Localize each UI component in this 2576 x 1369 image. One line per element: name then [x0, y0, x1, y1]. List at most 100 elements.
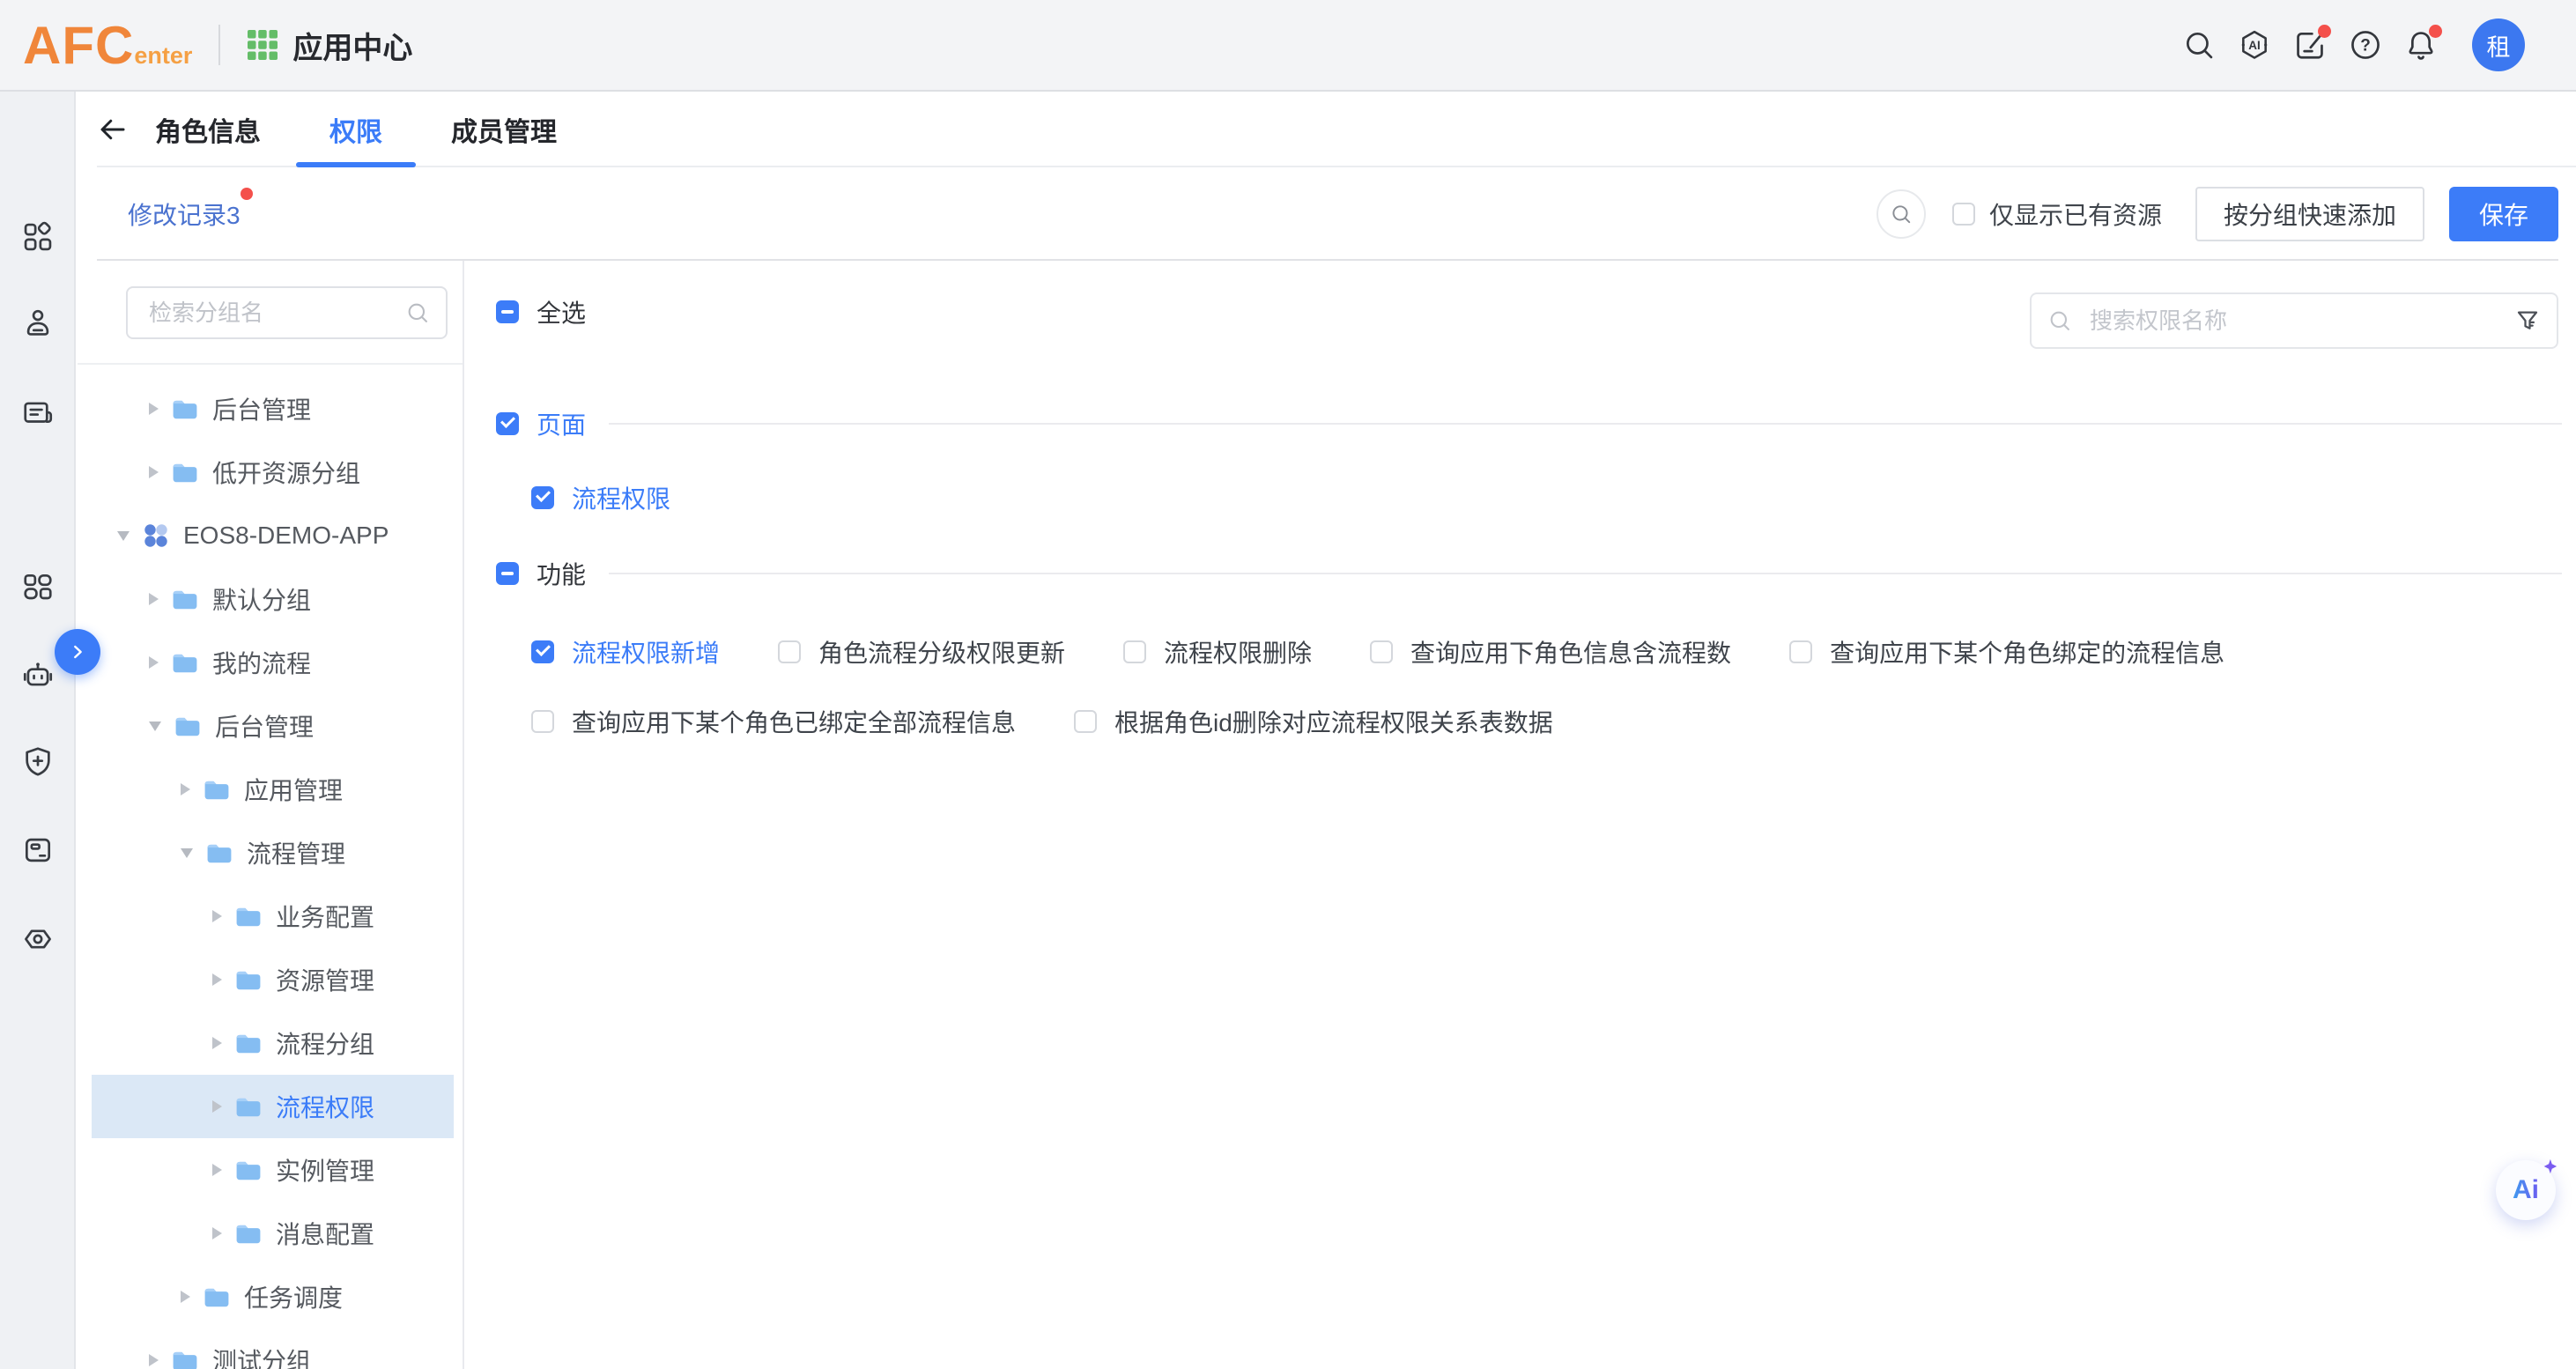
caret-right-icon[interactable]: [212, 1100, 222, 1113]
page-permission-list: 流程权限: [531, 483, 670, 513]
tab-成员管理[interactable]: 成员管理: [451, 92, 557, 167]
tree-item[interactable]: EOS8-DEMO-APP: [92, 504, 454, 567]
tree-item[interactable]: 业务配置: [92, 884, 454, 948]
permission-item[interactable]: 流程权限删除: [1123, 634, 1312, 670]
caret-right-icon[interactable]: [212, 1037, 222, 1049]
tree-item[interactable]: 后台管理: [92, 377, 454, 440]
caret-right-icon[interactable]: [149, 403, 159, 415]
tree-item[interactable]: 流程权限: [92, 1075, 454, 1138]
caret-down-icon[interactable]: [149, 722, 161, 731]
svg-text:AI: AI: [2248, 39, 2260, 52]
function-section-label: 功能: [537, 556, 586, 591]
section-divider: [609, 573, 2562, 574]
user-stamp-icon[interactable]: [21, 306, 55, 339]
select-all-checkbox[interactable]: [496, 300, 519, 323]
permission-checkbox[interactable]: [531, 710, 554, 733]
toolbar-search-button[interactable]: [1876, 189, 1926, 239]
tree-item[interactable]: 资源管理: [92, 948, 454, 1011]
change-log-link[interactable]: 修改记录3: [128, 196, 241, 232]
caret-right-icon[interactable]: [149, 466, 159, 478]
permission-checkbox[interactable]: [531, 486, 554, 509]
group-search-input[interactable]: [126, 286, 448, 339]
notification-dot: [2429, 25, 2442, 38]
eye-hexagon-icon[interactable]: [21, 922, 55, 956]
caret-down-icon[interactable]: [181, 848, 193, 858]
archive-box-icon[interactable]: [21, 833, 55, 867]
caret-right-icon[interactable]: [181, 1291, 190, 1303]
back-arrow-icon[interactable]: [97, 114, 129, 145]
page-section-label: 页面: [537, 406, 586, 441]
feedback-edit-icon[interactable]: [2293, 28, 2327, 62]
folder-icon: [172, 1350, 198, 1369]
folder-icon: [204, 779, 230, 801]
tree-item[interactable]: 应用管理: [92, 758, 454, 821]
folder-icon: [172, 462, 198, 484]
only-existing-resources-toggle[interactable]: 仅显示已有资源: [1952, 196, 2162, 232]
permission-checkbox[interactable]: [778, 640, 801, 663]
tenant-avatar[interactable]: 租: [2472, 18, 2525, 71]
quick-add-by-group-button[interactable]: 按分组快速添加: [2195, 187, 2424, 241]
save-button[interactable]: 保存: [2449, 187, 2558, 241]
widgets-icon[interactable]: [21, 570, 55, 603]
tree-item[interactable]: 低开资源分组: [92, 440, 454, 504]
caret-right-icon[interactable]: [212, 1164, 222, 1176]
function-section-checkbox[interactable]: [496, 562, 519, 585]
afcenter-logo[interactable]: AFCenter: [23, 15, 192, 76]
select-all-row[interactable]: 全选: [496, 297, 586, 327]
apps-icon[interactable]: [21, 220, 55, 254]
permission-checkbox[interactable]: [1123, 640, 1146, 663]
tree-item[interactable]: 默认分组: [92, 567, 454, 631]
caret-right-icon[interactable]: [149, 656, 159, 669]
permission-search-input[interactable]: [2030, 292, 2558, 349]
tree-item[interactable]: 任务调度: [92, 1265, 454, 1328]
caret-right-icon[interactable]: [181, 783, 190, 796]
shield-plus-icon[interactable]: [21, 744, 55, 778]
tree-item[interactable]: 流程管理: [92, 821, 454, 884]
folder-icon: [172, 652, 198, 674]
tree-item[interactable]: 后台管理: [92, 694, 454, 758]
news-document-icon[interactable]: [21, 396, 55, 430]
tree-item[interactable]: 消息配置: [92, 1202, 454, 1265]
permission-item[interactable]: 根据角色id删除对应流程权限关系表数据: [1074, 704, 1553, 739]
permission-item[interactable]: 流程权限新增: [531, 634, 720, 670]
caret-down-icon[interactable]: [117, 531, 130, 541]
caret-right-icon[interactable]: [212, 1227, 222, 1240]
tree-item-label: 资源管理: [276, 962, 374, 997]
permission-checkbox[interactable]: [531, 640, 554, 663]
caret-right-icon[interactable]: [212, 973, 222, 986]
help-icon[interactable]: ?: [2349, 28, 2382, 62]
tree-item-label: 应用管理: [244, 772, 343, 807]
panel-collapse-handle[interactable]: [55, 629, 100, 675]
permission-checkbox[interactable]: [1074, 710, 1097, 733]
permission-checkbox[interactable]: [1370, 640, 1393, 663]
ai-assistant-icon[interactable]: AI: [2238, 28, 2271, 62]
notification-bell-icon[interactable]: [2404, 28, 2438, 62]
group-tree-panel: 后台管理 低开资源分组 EOS8-DEMO-APP 默认分组 我的流程 后台管理…: [78, 261, 464, 1369]
search-icon[interactable]: [2182, 28, 2216, 62]
tree-item[interactable]: 测试分组: [92, 1328, 454, 1369]
tree-item[interactable]: 实例管理: [92, 1138, 454, 1202]
tree-item[interactable]: 流程分组: [92, 1011, 454, 1075]
permission-item[interactable]: 角色流程分级权限更新: [778, 634, 1065, 670]
permission-item[interactable]: 查询应用下某个角色绑定的流程信息: [1789, 634, 2224, 670]
tab-权限[interactable]: 权限: [329, 92, 382, 167]
tab-角色信息[interactable]: 角色信息: [155, 92, 261, 167]
permission-item[interactable]: 流程权限: [531, 480, 670, 515]
caret-right-icon[interactable]: [149, 593, 159, 605]
page-section-checkbox[interactable]: [496, 412, 519, 435]
tree-item-label: 我的流程: [212, 645, 311, 680]
robot-icon[interactable]: [21, 658, 55, 692]
folder-icon: [235, 1223, 262, 1245]
caret-right-icon[interactable]: [212, 910, 222, 922]
function-row: 查询应用下某个角色已绑定全部流程信息 根据角色id删除对应流程权限关系表数据: [531, 704, 2562, 739]
ai-assistant-fab[interactable]: Ai: [2496, 1160, 2556, 1220]
permission-item[interactable]: 查询应用下角色信息含流程数: [1370, 634, 1731, 670]
permission-checkbox[interactable]: [1789, 640, 1812, 663]
only-existing-checkbox[interactable]: [1952, 203, 1975, 226]
caret-right-icon[interactable]: [149, 1354, 159, 1366]
ai-fab-text: Ai: [2513, 1175, 2539, 1205]
only-existing-label: 仅显示已有资源: [1989, 196, 2162, 232]
permission-item[interactable]: 查询应用下某个角色已绑定全部流程信息: [531, 704, 1016, 739]
tree-item[interactable]: 我的流程: [92, 631, 454, 694]
filter-icon[interactable]: [2514, 307, 2541, 334]
